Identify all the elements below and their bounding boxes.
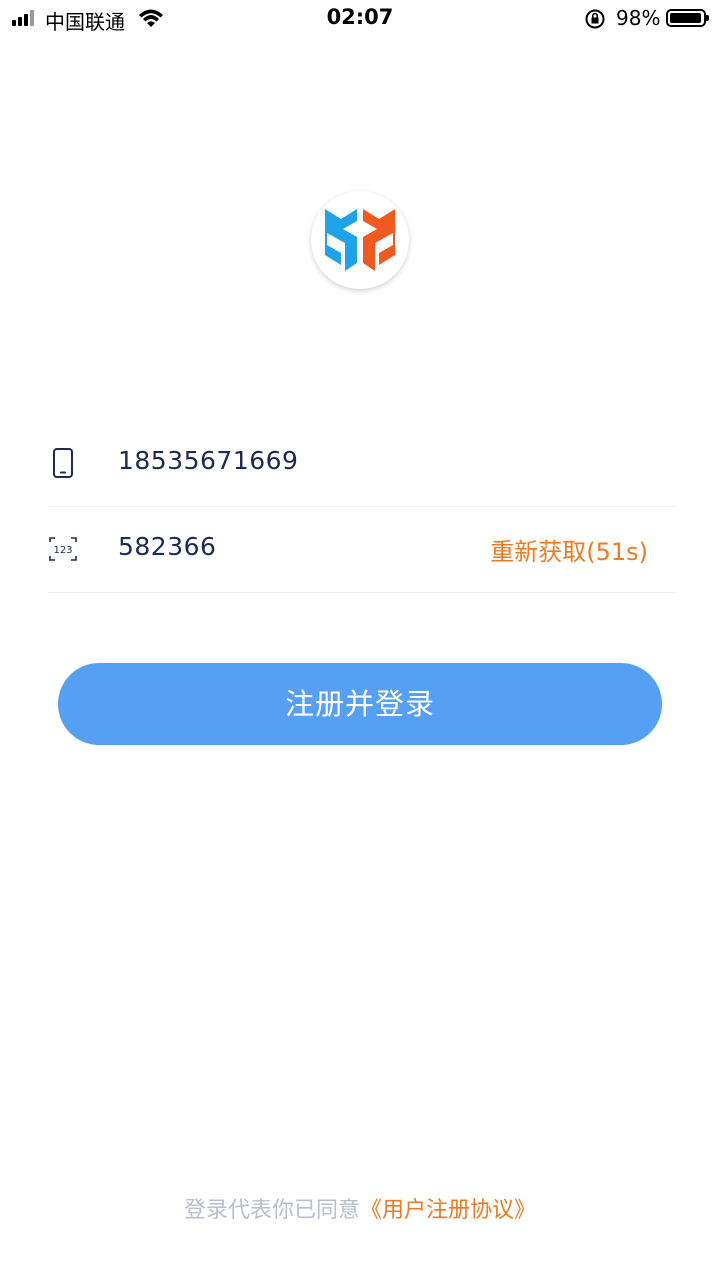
user-agreement-link[interactable]: 《用户注册协议》 (360, 1198, 536, 1223)
phone-row: 18535671669 (48, 420, 676, 507)
status-bar: 中国联通 02:07 98% (0, 0, 720, 40)
phone-input[interactable]: 18535671669 (118, 446, 298, 475)
agreement-footer: 登录代表你已同意《用户注册协议》 (0, 1192, 720, 1224)
battery-icon (666, 9, 709, 27)
verification-code-icon: 123 (49, 537, 77, 561)
svg-text:123: 123 (53, 545, 72, 556)
clock: 02:07 (326, 5, 394, 29)
battery-percentage: 98% (616, 6, 661, 30)
resend-code-button[interactable]: 重新获取(51s) (490, 532, 648, 567)
register-login-button[interactable]: 注册并登录 (58, 663, 662, 745)
logo-mark-icon (325, 209, 395, 271)
agreement-text: 登录代表你已同意 (183, 1198, 360, 1223)
mobile-phone-icon (53, 448, 73, 478)
rotation-lock-icon (585, 9, 605, 29)
verification-code-input[interactable]: 582366 (118, 532, 216, 561)
app-logo (311, 191, 409, 289)
verification-code-row: 123 582366 重新获取(51s) (48, 506, 676, 593)
